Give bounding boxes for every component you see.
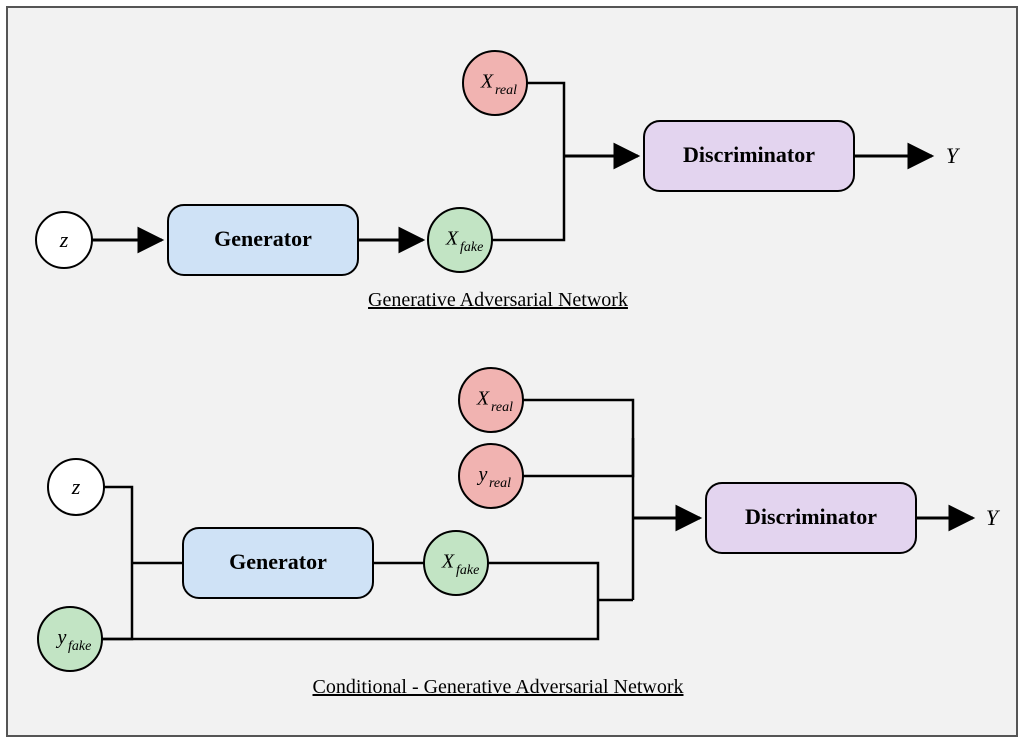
edge-inputs-join-bottom <box>102 487 132 639</box>
diagram-frame: z Generator X fake X real Discriminator … <box>6 6 1018 737</box>
label-z-top: z <box>59 227 69 252</box>
label-xreal-base-bottom: X <box>476 388 490 410</box>
label-xfake-base-top: X <box>445 228 459 250</box>
label-y-bottom: Y <box>986 505 1001 530</box>
label-xfake-sub-top: fake <box>460 240 483 255</box>
label-xreal-sub-bottom: real <box>491 400 513 415</box>
label-yfake-sub-bottom: fake <box>68 639 91 654</box>
caption-top: Generative Adversarial Network <box>368 289 628 311</box>
diagram-svg: z Generator X fake X real Discriminator … <box>8 8 1016 735</box>
label-discriminator-bottom: Discriminator <box>745 504 877 529</box>
label-yreal-sub-bottom: real <box>489 476 511 491</box>
label-yfake-base-bottom: y <box>56 627 67 649</box>
label-z-bottom: z <box>71 474 81 499</box>
label-xfake-sub-bottom: fake <box>456 563 479 578</box>
label-y-top: Y <box>946 143 961 168</box>
label-xfake-base-bottom: X <box>441 551 455 573</box>
caption-bottom: Conditional - Generative Adversarial Net… <box>313 676 684 698</box>
label-xreal-base-top: X <box>480 71 494 93</box>
label-xreal-sub-top: real <box>495 83 517 98</box>
label-yreal-base-bottom: y <box>477 464 488 486</box>
label-discriminator-top: Discriminator <box>683 142 815 167</box>
label-generator-bottom: Generator <box>229 549 327 574</box>
label-generator-top: Generator <box>214 226 312 251</box>
edge-real-join-bottom <box>523 400 633 476</box>
